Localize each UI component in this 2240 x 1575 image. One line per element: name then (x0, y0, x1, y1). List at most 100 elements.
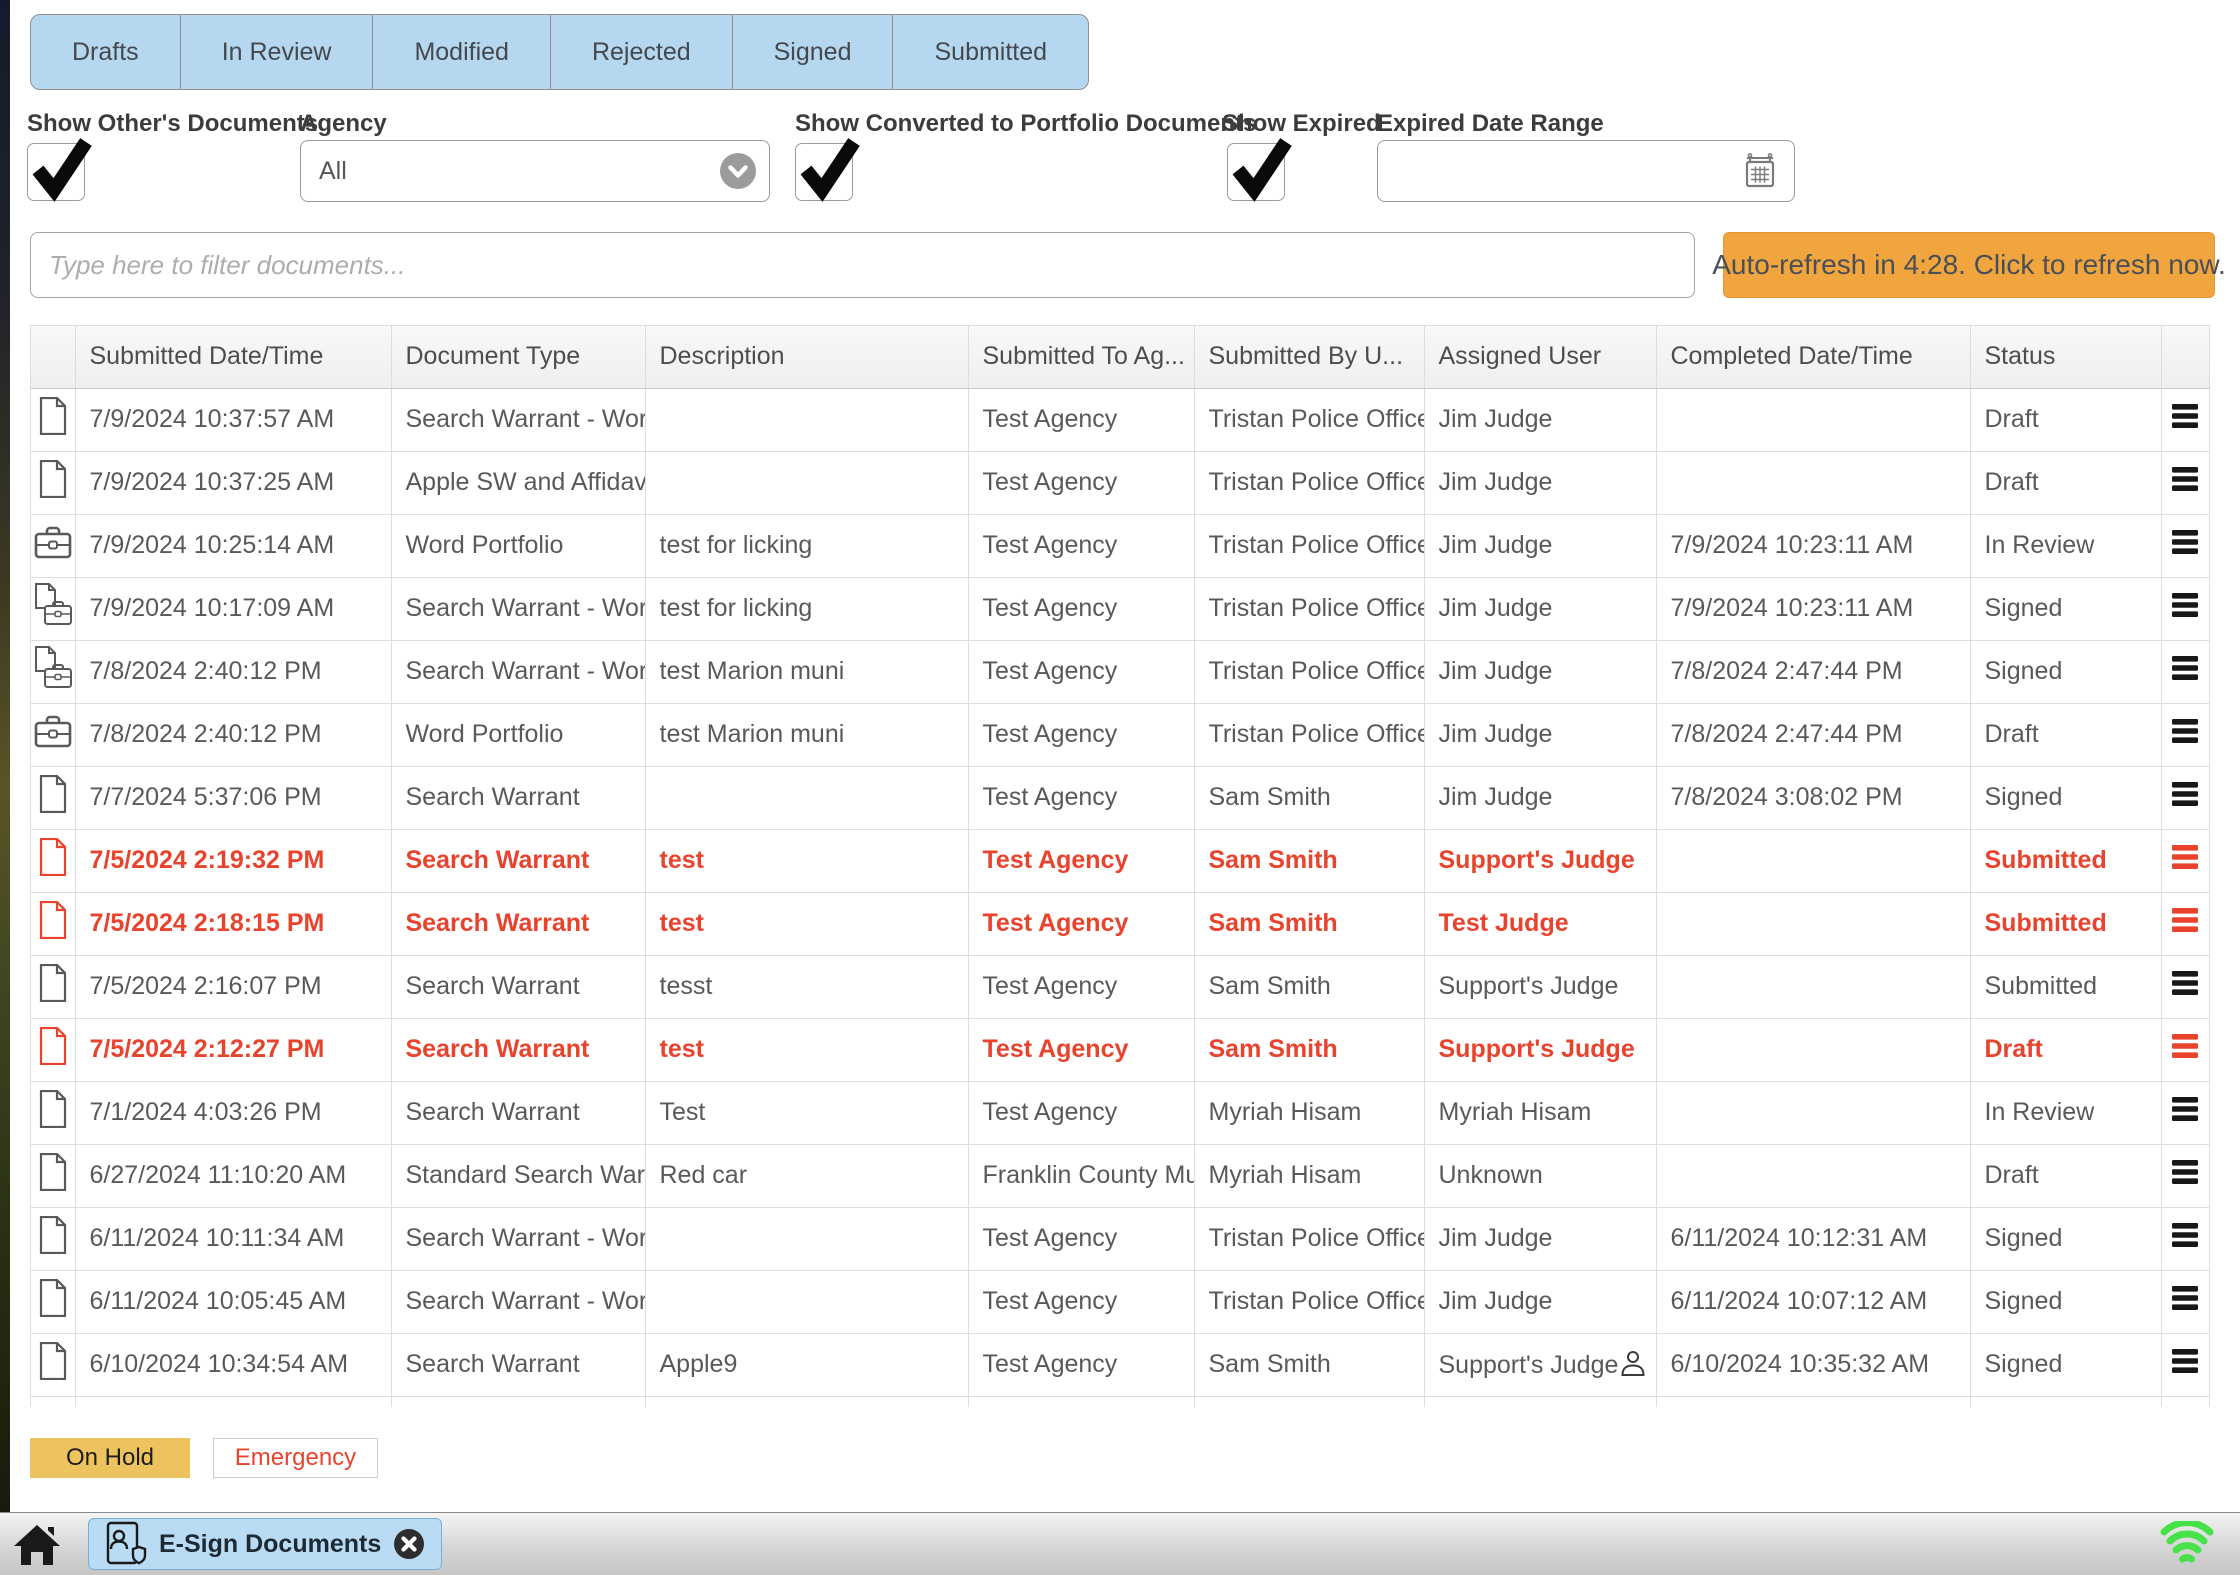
table-row[interactable]: 7/9/2024 10:37:57 AM Search Warrant - Wor… (31, 388, 2210, 452)
table-row[interactable]: 6/11/2024 10:11:34 AM Search Warrant - Wo… (31, 1207, 2210, 1271)
cell-submitted-date: 6/11/2024 10:05:45 AM (75, 1270, 392, 1334)
cell-row-menu[interactable] (2161, 829, 2210, 893)
cell-document-type: Search Warrant (391, 892, 646, 956)
cell-document-type: Search Warrant (391, 1081, 646, 1145)
row-menu-icon[interactable] (2172, 971, 2198, 1001)
cell-row-menu[interactable] (2161, 577, 2210, 641)
auto-refresh-button[interactable]: Auto-refresh in 4:28. Click to refresh n… (1712, 232, 2226, 298)
home-icon[interactable] (12, 1523, 62, 1567)
row-menu-icon[interactable] (2172, 845, 2198, 875)
cell-description: tesst (645, 955, 969, 1019)
table-row[interactable]: 7/1/2024 4:03:26 PM Search Warrant Test Tes… (31, 1081, 2210, 1145)
tab-signed[interactable]: Signed (731, 14, 894, 90)
row-menu-icon[interactable] (2172, 908, 2198, 938)
row-menu-icon[interactable] (2172, 1223, 2198, 1253)
row-menu-icon[interactable] (2172, 404, 2198, 434)
cell-submitted-by-user: Tristan Police Office (1194, 514, 1425, 578)
row-menu-icon[interactable] (2172, 719, 2198, 749)
row-menu-icon[interactable] (2172, 530, 2198, 560)
column-header-assigned-user[interactable]: Assigned User (1424, 326, 1657, 389)
column-header-status[interactable]: Status (1970, 326, 2162, 389)
agency-select[interactable]: All (300, 140, 770, 202)
cell-status: Draft (1970, 1018, 2162, 1082)
document-icon (38, 1215, 68, 1260)
close-icon[interactable] (393, 1528, 425, 1560)
column-header-completed-date-time[interactable]: Completed Date/Time (1656, 326, 1971, 389)
cell-row-menu[interactable] (2161, 1081, 2210, 1145)
show-expired-checkbox[interactable] (1227, 138, 1292, 202)
cell-row-menu[interactable] (2161, 703, 2210, 767)
taskbar-tab-esign-documents[interactable]: E-Sign Documents (88, 1518, 443, 1570)
cell-submitted-date: 6/27/2024 11:10:20 AM (75, 1144, 392, 1208)
cell-row-menu[interactable] (2161, 1207, 2210, 1271)
table-row[interactable]: 7/8/2024 2:40:12 PM Word Portfolio test Ma… (31, 703, 2210, 767)
row-menu-icon[interactable] (2172, 593, 2198, 623)
table-row[interactable]: 6/10/2024 10:34:54 AM Search Warrant Apple… (31, 1333, 2210, 1397)
cell-row-menu[interactable] (2161, 451, 2210, 515)
cell-assigned-user: Support's Judge (1424, 1018, 1657, 1082)
column-header-description[interactable]: Description (645, 326, 969, 389)
cell-row-menu[interactable] (2161, 1270, 2210, 1334)
table-row[interactable]: 7/5/2024 2:19:32 PM Search Warrant test Tes… (31, 829, 2210, 893)
cell-submitted-date: 7/9/2024 10:37:25 AM (75, 451, 392, 515)
row-menu-icon[interactable] (2172, 1097, 2198, 1127)
tab-drafts[interactable]: Drafts (30, 14, 181, 90)
column-header-submitted-to-ag[interactable]: Submitted To Ag... (968, 326, 1195, 389)
cell-row-menu[interactable] (2161, 1333, 2210, 1397)
cell-document-type (391, 1396, 646, 1407)
cell-completed-date: 7/8/2024 2:47:44 PM (1656, 640, 1971, 704)
tab-rejected[interactable]: Rejected (549, 14, 733, 90)
esign-documents-screen: Drafts In Review Modified Rejected Signed Sub… (0, 0, 2240, 1575)
cell-description: Test (645, 1081, 969, 1145)
cell-document-type: Search Warrant - Wor (391, 388, 646, 452)
cell-description: test (645, 829, 969, 893)
column-header-submitted-by-u[interactable]: Submitted By U... (1194, 326, 1425, 389)
row-menu-icon[interactable] (2172, 1034, 2198, 1064)
cell-row-menu[interactable] (2161, 766, 2210, 830)
table-row[interactable]: 7/7/2024 5:37:06 PM Search Warrant Test Ag… (31, 766, 2210, 830)
row-menu-icon[interactable] (2172, 1160, 2198, 1190)
cell-document-icon (31, 829, 76, 893)
table-row[interactable]: 6/11/2024 10:05:45 AM Search Warrant - Wo… (31, 1270, 2210, 1334)
cell-submitted-by-user: Tristan Police Office (1194, 703, 1425, 767)
cell-row-menu[interactable] (2161, 1144, 2210, 1208)
cell-completed-date: 6/11/2024 10:07:12 AM (1656, 1270, 1971, 1334)
row-menu-icon[interactable] (2172, 467, 2198, 497)
cell-row-menu[interactable] (2161, 1018, 2210, 1082)
table-row[interactable]: 7/9/2024 10:37:25 AM Apple SW and Affidav… (31, 451, 2210, 515)
cell-completed-date (1656, 1144, 1971, 1208)
tab-modified[interactable]: Modified (372, 14, 551, 90)
row-menu-icon[interactable] (2172, 782, 2198, 812)
document-filter-input[interactable] (30, 232, 1695, 298)
table-row[interactable]: 7/5/2024 2:12:27 PM Search Warrant test Tes… (31, 1018, 2210, 1082)
cell-document-type: Search Warrant - Wor (391, 1207, 646, 1271)
cell-row-menu[interactable] (2161, 892, 2210, 956)
cell-submitted-by-user: Tristan Police Office (1194, 1207, 1425, 1271)
table-row[interactable]: 7/5/2024 2:16:07 PM Search Warrant tesst Te… (31, 955, 2210, 1019)
row-menu-icon[interactable] (2172, 1349, 2198, 1379)
row-menu-icon[interactable] (2172, 1286, 2198, 1316)
show-others-checkbox[interactable] (27, 138, 92, 202)
cell-row-menu[interactable] (2161, 955, 2210, 1019)
expired-date-range-input[interactable] (1377, 140, 1795, 202)
show-converted-checkbox[interactable] (795, 138, 860, 202)
cell-description (645, 1270, 969, 1334)
column-header-document-type[interactable]: Document Type (391, 326, 646, 389)
cell-row-menu[interactable] (2161, 514, 2210, 578)
checkmark-icon (1232, 138, 1292, 202)
tab-submitted[interactable]: Submitted (892, 14, 1090, 90)
table-row[interactable]: 7/5/2024 2:18:15 PM Search Warrant test Tes… (31, 892, 2210, 956)
table-row[interactable]: 7/9/2024 10:25:14 AM Word Portfolio test f… (31, 514, 2210, 578)
table-row[interactable]: 7/9/2024 10:17:09 AM Search Warrant - Wor… (31, 577, 2210, 641)
table-row[interactable]: 6/27/2024 11:10:20 AM Standard Search War… (31, 1144, 2210, 1208)
cell-row-menu[interactable] (2161, 388, 2210, 452)
tab-in-review[interactable]: In Review (179, 14, 374, 90)
row-menu-icon[interactable] (2172, 656, 2198, 686)
cell-document-type: Apple SW and Affidav (391, 451, 646, 515)
cell-document-type: Search Warrant (391, 1333, 646, 1397)
cell-row-menu[interactable] (2161, 640, 2210, 704)
column-header-submitted-date-time[interactable]: Submitted Date/Time (75, 326, 392, 389)
document-portfolio-icon (33, 646, 73, 696)
cell-document-icon (31, 703, 76, 767)
table-row[interactable]: 7/8/2024 2:40:12 PM Search Warrant - Wor t… (31, 640, 2210, 704)
